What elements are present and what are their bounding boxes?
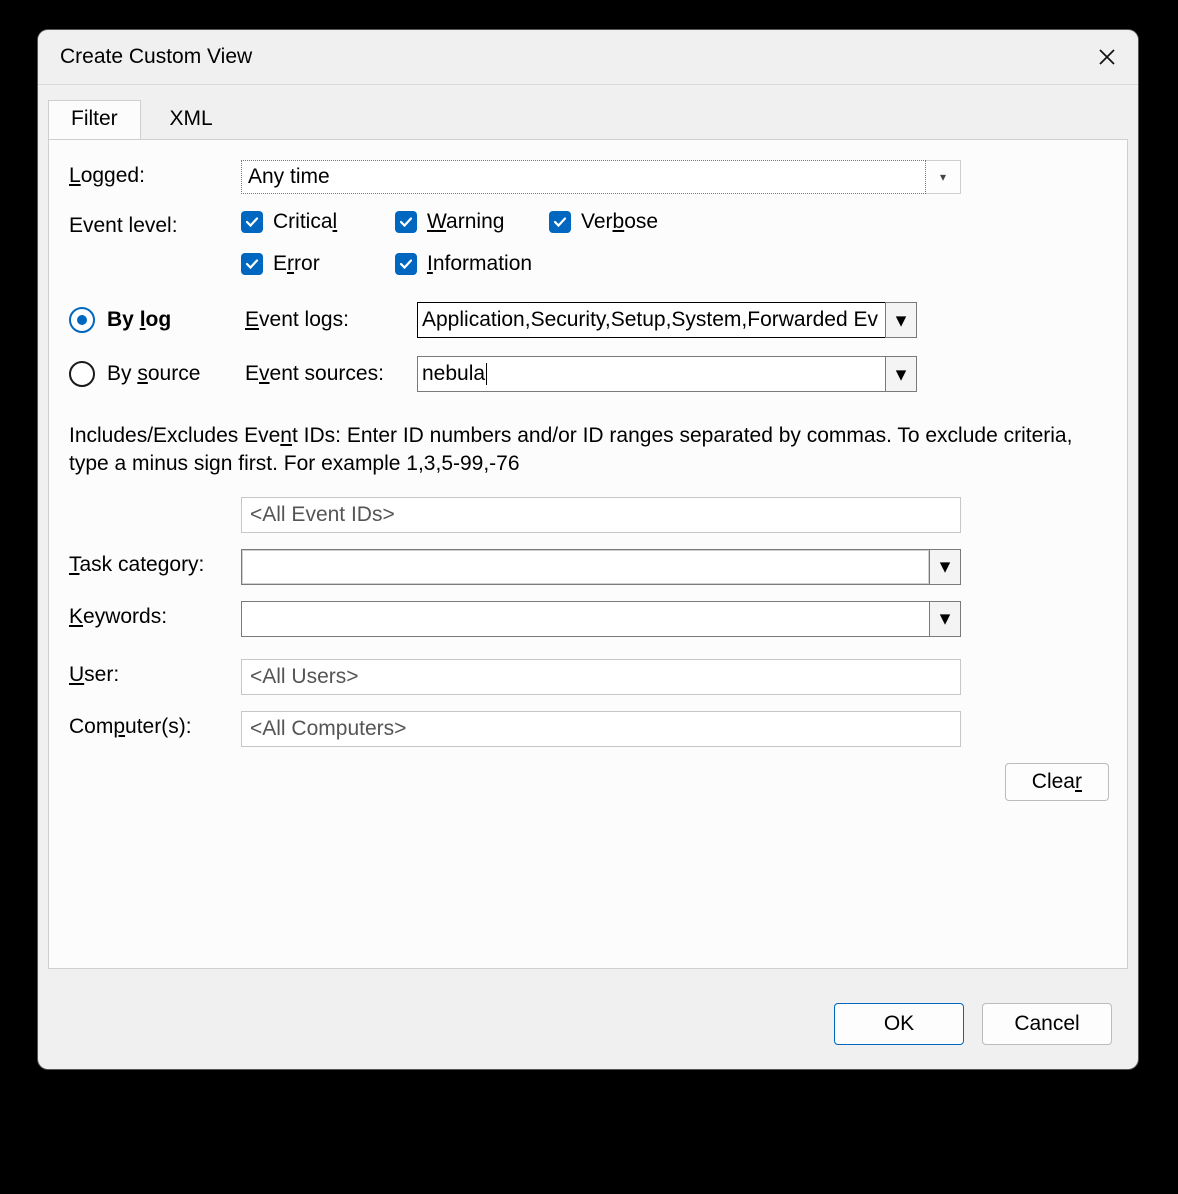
- keywords-dropdown[interactable]: ▾: [241, 601, 961, 637]
- task-category-dropdown[interactable]: ▾: [241, 549, 961, 585]
- cancel-button[interactable]: Cancel: [982, 1003, 1112, 1045]
- error-label: Error: [273, 252, 320, 276]
- event-sources-dropdown[interactable]: nebula ▾: [417, 356, 917, 392]
- clear-button[interactable]: Clear: [1005, 763, 1109, 801]
- tab-xml[interactable]: XML: [147, 100, 236, 139]
- verbose-label: Verbose: [581, 210, 658, 234]
- chevron-down-icon: ▾: [885, 356, 917, 392]
- event-sources-value: nebula: [417, 356, 885, 392]
- error-checkbox[interactable]: [241, 253, 263, 275]
- dialog-create-custom-view: Create Custom View Filter XML Logged: An…: [38, 30, 1138, 1069]
- keywords-value: [241, 601, 929, 637]
- verbose-checkbox[interactable]: [549, 211, 571, 233]
- critical-label: Critical: [273, 210, 337, 234]
- chevron-down-icon: ▾: [929, 549, 961, 585]
- user-input[interactable]: <All Users>: [241, 659, 961, 695]
- titlebar: Create Custom View: [38, 30, 1138, 85]
- tabstrip: Filter XML: [48, 99, 1128, 139]
- ok-button[interactable]: OK: [834, 1003, 964, 1045]
- event-logs-dropdown[interactable]: Application,Security,Setup,System,Forwar…: [417, 302, 917, 338]
- close-button[interactable]: [1092, 42, 1122, 72]
- keywords-label: Keywords:: [69, 601, 241, 629]
- dialog-footer: OK Cancel: [834, 1003, 1112, 1045]
- window-title: Create Custom View: [60, 45, 252, 69]
- event-ids-input[interactable]: <All Event IDs>: [241, 497, 961, 533]
- task-category-label: Task category:: [69, 549, 241, 577]
- computers-label: Computer(s):: [69, 711, 241, 739]
- task-category-value: [241, 549, 929, 585]
- event-logs-value: Application,Security,Setup,System,Forwar…: [417, 302, 885, 338]
- by-log-label: By log: [107, 308, 245, 332]
- spacer: [69, 497, 241, 501]
- chevron-down-icon: ▾: [929, 601, 961, 637]
- critical-checkbox[interactable]: [241, 211, 263, 233]
- logged-label: Logged:: [69, 160, 241, 188]
- by-source-radio[interactable]: [69, 361, 95, 387]
- by-log-radio[interactable]: [69, 307, 95, 333]
- event-logs-label: Event logs:: [245, 308, 417, 332]
- information-checkbox[interactable]: [395, 253, 417, 275]
- chevron-down-icon: ▾: [926, 160, 961, 194]
- close-icon: [1098, 48, 1116, 66]
- event-level-label: Event level:: [69, 210, 241, 238]
- logged-dropdown[interactable]: Any time ▾: [241, 160, 961, 194]
- event-sources-label: Event sources:: [245, 362, 417, 386]
- event-ids-help: Includes/Excludes Event IDs: Enter ID nu…: [69, 422, 1109, 479]
- by-source-label: By source: [107, 362, 245, 386]
- tab-filter[interactable]: Filter: [48, 100, 141, 139]
- computers-input[interactable]: <All Computers>: [241, 711, 961, 747]
- logged-value: Any time: [241, 160, 926, 194]
- chevron-down-icon: ▾: [885, 302, 917, 338]
- warning-label: Warning: [427, 210, 504, 234]
- warning-checkbox[interactable]: [395, 211, 417, 233]
- tabpanel-filter: Logged: Any time ▾ Event level: Critical: [48, 139, 1128, 969]
- user-label: User:: [69, 659, 241, 687]
- information-label: Information: [427, 252, 532, 276]
